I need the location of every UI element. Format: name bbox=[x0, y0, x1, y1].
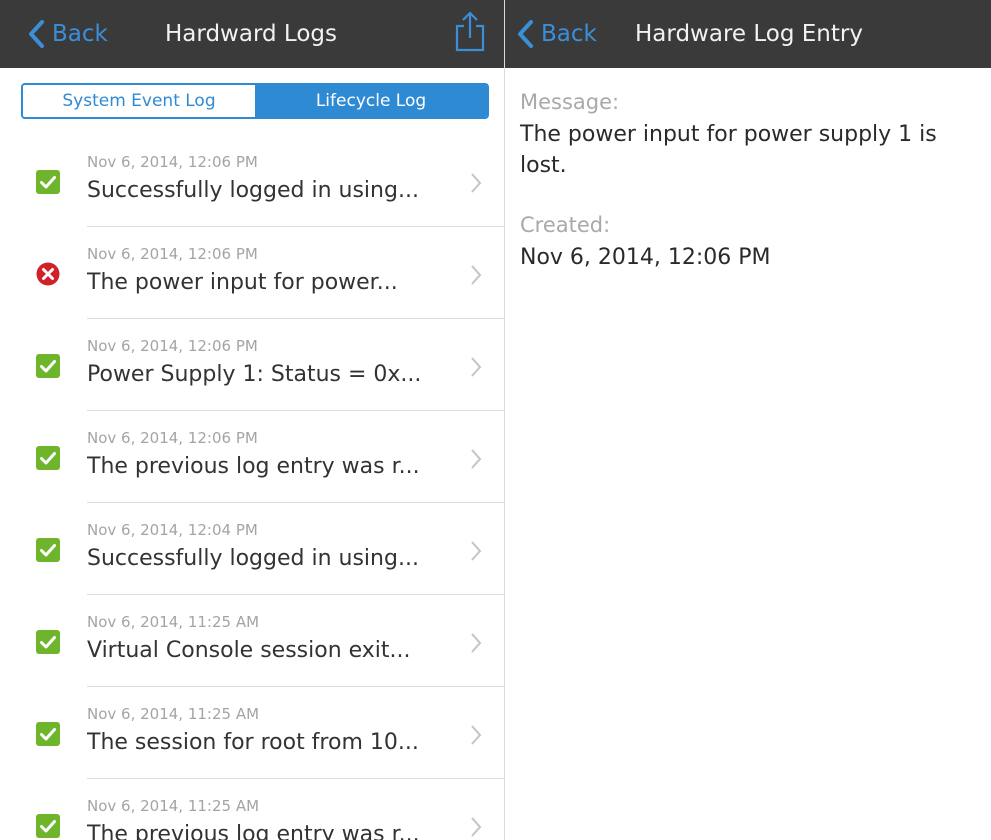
detail-navbar: Back Hardware Log Entry bbox=[505, 0, 991, 68]
detail-back-button[interactable]: Back bbox=[517, 17, 597, 51]
message-value: The power input for power supply 1 is lo… bbox=[520, 122, 937, 178]
log-entry-row[interactable]: Nov 6, 2014, 12:06 PM Power Supply 1: Sta… bbox=[0, 319, 504, 411]
chevron-right-icon bbox=[470, 632, 482, 658]
share-button[interactable] bbox=[454, 10, 486, 56]
back-button[interactable]: Back bbox=[28, 17, 108, 51]
log-entry-message: The power input for power... bbox=[87, 270, 398, 295]
log-type-segmented-control: System Event Log Lifecycle Log bbox=[21, 83, 489, 119]
log-entry-date: Nov 6, 2014, 12:06 PM bbox=[87, 429, 258, 447]
back-label: Back bbox=[52, 21, 108, 47]
log-entry-message: The previous log entry was r... bbox=[87, 454, 420, 479]
chevron-right-icon bbox=[470, 264, 482, 290]
message-label: Message: bbox=[520, 90, 620, 114]
tab-system-event-log[interactable]: System Event Log bbox=[23, 85, 255, 117]
log-entry-row[interactable]: Nov 6, 2014, 12:06 PM Successfully logged… bbox=[0, 135, 504, 227]
error-x-icon bbox=[36, 262, 60, 286]
chevron-right-icon bbox=[470, 448, 482, 474]
log-entry-row[interactable]: Nov 6, 2014, 11:25 AM The previous log en… bbox=[0, 779, 504, 840]
share-icon bbox=[455, 11, 485, 52]
success-check-icon bbox=[36, 722, 60, 746]
success-check-icon bbox=[36, 630, 60, 654]
chevron-right-icon bbox=[470, 540, 482, 566]
chevron-right-icon bbox=[470, 172, 482, 198]
log-entry-row[interactable]: Nov 6, 2014, 12:04 PM Successfully logged… bbox=[0, 503, 504, 595]
log-entry-row[interactable]: Nov 6, 2014, 11:25 AM The session for roo… bbox=[0, 687, 504, 779]
log-entry-message: Power Supply 1: Status = 0x... bbox=[87, 362, 422, 387]
success-check-icon bbox=[36, 170, 60, 194]
log-entry-row[interactable]: Nov 6, 2014, 12:06 PM The previous log en… bbox=[0, 411, 504, 503]
log-entry-message: Successfully logged in using... bbox=[87, 546, 419, 571]
success-check-icon bbox=[36, 814, 60, 838]
back-label: Back bbox=[541, 21, 597, 47]
log-entry-message: The session for root from 10... bbox=[87, 730, 419, 755]
log-entry-text: Nov 6, 2014, 12:06 PM Successfully logged… bbox=[87, 135, 460, 227]
log-entry-text: Nov 6, 2014, 11:25 AM Virtual Console ses… bbox=[87, 595, 460, 687]
log-entry-text: Nov 6, 2014, 11:25 AM The session for roo… bbox=[87, 687, 460, 779]
log-entry-date: Nov 6, 2014, 11:25 AM bbox=[87, 705, 260, 723]
log-list: Nov 6, 2014, 12:06 PM Successfully logged… bbox=[0, 135, 504, 840]
created-value: Nov 6, 2014, 12:06 PM bbox=[520, 245, 771, 270]
log-entry-date: Nov 6, 2014, 11:25 AM bbox=[87, 797, 260, 815]
log-entry-row[interactable]: Nov 6, 2014, 11:25 AM Virtual Console ses… bbox=[0, 595, 504, 687]
log-entry-text: Nov 6, 2014, 12:06 PM The power input for… bbox=[87, 227, 460, 319]
log-entry-date: Nov 6, 2014, 11:25 AM bbox=[87, 613, 260, 631]
chevron-left-icon bbox=[518, 20, 533, 48]
chevron-right-icon bbox=[470, 356, 482, 382]
log-entry-date: Nov 6, 2014, 12:06 PM bbox=[87, 337, 258, 355]
log-entry-text: Nov 6, 2014, 11:25 AM The previous log en… bbox=[87, 779, 460, 840]
log-entry-date: Nov 6, 2014, 12:04 PM bbox=[87, 521, 258, 539]
tab-lifecycle-log[interactable]: Lifecycle Log bbox=[255, 85, 487, 117]
created-label: Created: bbox=[520, 213, 611, 237]
log-detail-screen: Back Hardware Log Entry Message: The pow… bbox=[505, 0, 991, 840]
log-entry-row[interactable]: Nov 6, 2014, 12:06 PM The power input for… bbox=[0, 227, 504, 319]
log-entry-date: Nov 6, 2014, 12:06 PM bbox=[87, 153, 258, 171]
log-list-screen: Back Hardward Logs System Event Log Life… bbox=[0, 0, 505, 840]
success-check-icon bbox=[36, 354, 60, 378]
log-entry-message: Virtual Console session exit... bbox=[87, 638, 411, 663]
log-entry-date: Nov 6, 2014, 12:06 PM bbox=[87, 245, 258, 263]
success-check-icon bbox=[36, 538, 60, 562]
log-entry-message: The previous log entry was r... bbox=[87, 822, 420, 840]
detail-title: Hardware Log Entry bbox=[635, 21, 863, 47]
log-entry-text: Nov 6, 2014, 12:06 PM The previous log en… bbox=[87, 411, 460, 503]
chevron-right-icon bbox=[470, 724, 482, 750]
log-entry-text: Nov 6, 2014, 12:04 PM Successfully logged… bbox=[87, 503, 460, 595]
success-check-icon bbox=[36, 446, 60, 470]
log-entry-text: Nov 6, 2014, 12:06 PM Power Supply 1: Sta… bbox=[87, 319, 460, 411]
list-navbar: Back Hardward Logs bbox=[0, 0, 504, 68]
log-entry-message: Successfully logged in using... bbox=[87, 178, 419, 203]
page-title: Hardward Logs bbox=[165, 21, 337, 47]
chevron-right-icon bbox=[470, 816, 482, 840]
chevron-left-icon bbox=[29, 20, 44, 48]
